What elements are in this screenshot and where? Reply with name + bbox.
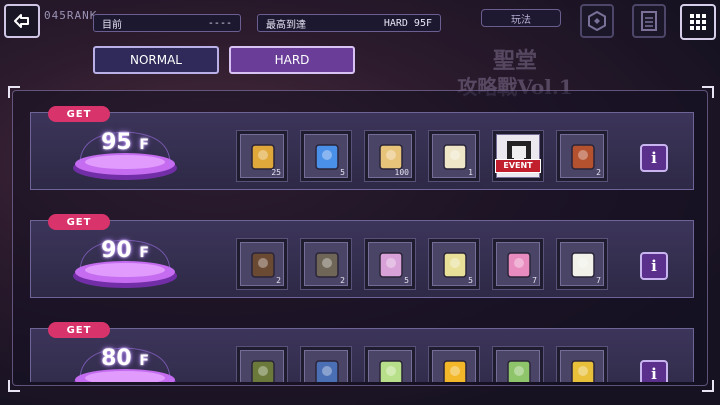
menu-button[interactable] <box>680 4 716 40</box>
tab-normal[interactable]: NORMAL <box>93 46 219 74</box>
reward-item-slot: 25 <box>240 134 284 178</box>
floor-unit: F <box>139 353 149 369</box>
reward-item-slot <box>560 350 604 382</box>
reward-item[interactable]: 7 <box>492 238 544 290</box>
frame-corner-tl <box>8 86 20 98</box>
reward-item-slot: 5 <box>304 134 348 178</box>
best-floor-value: HARD 95F <box>383 17 432 29</box>
best-floor-label: 最高到達 <box>266 19 306 31</box>
log-button[interactable] <box>632 4 666 38</box>
frame-corner-br <box>702 380 714 392</box>
reward-item-slot: 2 <box>304 242 348 286</box>
reward-item-slot <box>304 350 348 382</box>
item-quantity: 2 <box>276 276 281 285</box>
reward-item[interactable] <box>492 346 544 382</box>
green-bud-icon <box>507 360 531 382</box>
sunflowers-icon <box>443 360 467 382</box>
reward-item[interactable]: 1 <box>428 130 480 182</box>
item-quantity: 7 <box>596 276 601 285</box>
item-quantity: 7 <box>532 276 537 285</box>
reward-item-slot <box>368 350 412 382</box>
frame-corner-bl <box>8 380 20 392</box>
item-quantity: 5 <box>468 276 473 285</box>
reward-item[interactable] <box>300 346 352 382</box>
hexagon-icon <box>588 11 606 31</box>
frame-corner-tr <box>702 86 714 98</box>
grid-menu-icon <box>690 14 706 30</box>
tab-hard[interactable]: HARD <box>229 46 355 74</box>
floor-value: 95 <box>101 130 132 155</box>
reward-item[interactable]: 5 <box>300 130 352 182</box>
info-button[interactable]: i <box>640 252 668 280</box>
reward-row: GET 95 F 25 5 100 1 EVENT 2 i <box>30 100 694 190</box>
floor-unit: F <box>139 137 149 153</box>
reward-item-slot <box>432 350 476 382</box>
item-quantity: 1 <box>468 168 473 177</box>
reward-list[interactable]: GET 95 F 25 5 100 1 EVENT 2 i GET 90 F 2… <box>20 100 700 382</box>
item-quantity: 25 <box>271 168 281 177</box>
current-floor-value: ---- <box>207 17 232 29</box>
item-quantity: 2 <box>596 168 601 177</box>
reward-item[interactable]: 2 <box>236 238 288 290</box>
item-quantity: 5 <box>340 168 345 177</box>
reward-item-slot <box>240 350 284 382</box>
rank-label: 045RANK <box>44 9 98 22</box>
blue-book-icon <box>315 360 339 382</box>
document-icon <box>641 11 657 31</box>
reward-item[interactable] <box>428 346 480 382</box>
reward-item-slot: 1 <box>432 134 476 178</box>
reward-item-slot: 7 <box>496 242 540 286</box>
reward-item[interactable] <box>236 346 288 382</box>
back-arrow-icon <box>14 14 29 28</box>
reward-item[interactable]: 5 <box>428 238 480 290</box>
reward-item[interactable]: 100 <box>364 130 416 182</box>
reward-item-slot: 5 <box>368 242 412 286</box>
floor-unit: F <box>139 245 149 261</box>
back-button[interactable] <box>4 4 40 38</box>
reward-item[interactable] <box>364 346 416 382</box>
reward-item-slot: EVENT <box>495 134 541 178</box>
reward-item[interactable] <box>556 346 608 382</box>
floor-value: 80 <box>101 346 132 371</box>
info-button[interactable]: i <box>640 360 668 382</box>
current-floor-panel: 目前 ---- <box>93 14 241 32</box>
reward-item[interactable]: 25 <box>236 130 288 182</box>
best-floor-panel: 最高到達 HARD 95F <box>257 14 441 32</box>
get-badge: GET <box>48 106 110 122</box>
how-to-play-button[interactable]: 玩法 <box>481 9 561 27</box>
floor-number: 90 F <box>70 238 180 263</box>
item-quantity: 100 <box>394 168 409 177</box>
reward-item-slot: 2 <box>240 242 284 286</box>
reward-item[interactable]: 2 <box>300 238 352 290</box>
green-flowers-icon <box>379 360 403 382</box>
reward-item[interactable]: 7 <box>556 238 608 290</box>
item-quantity: 5 <box>404 276 409 285</box>
get-badge: GET <box>48 214 110 230</box>
yellow-bud-icon <box>571 360 595 382</box>
floor-number: 80 F <box>70 346 180 371</box>
get-badge: GET <box>48 322 110 338</box>
reward-item-slot: 2 <box>560 134 604 178</box>
reward-item[interactable]: EVENT <box>492 130 544 182</box>
current-floor-label: 目前 <box>102 19 122 31</box>
event-title-line1: 聖堂 <box>492 48 537 74</box>
reward-item-slot: 100 <box>368 134 412 178</box>
event-tag: EVENT <box>495 159 541 173</box>
reward-row: GET 80 F i <box>30 316 694 382</box>
reward-item-slot <box>496 350 540 382</box>
reward-item-slot: 5 <box>432 242 476 286</box>
green-book-icon <box>251 360 275 382</box>
reward-row: GET 90 F 2 2 5 5 7 7 i <box>30 208 694 298</box>
reward-item[interactable]: 5 <box>364 238 416 290</box>
floor-value: 90 <box>101 238 132 263</box>
info-button[interactable]: i <box>640 144 668 172</box>
floor-number: 95 F <box>70 130 180 155</box>
item-quantity: 2 <box>340 276 345 285</box>
reward-item-slot: 7 <box>560 242 604 286</box>
reward-item[interactable]: 2 <box>556 130 608 182</box>
map-button[interactable] <box>580 4 614 38</box>
